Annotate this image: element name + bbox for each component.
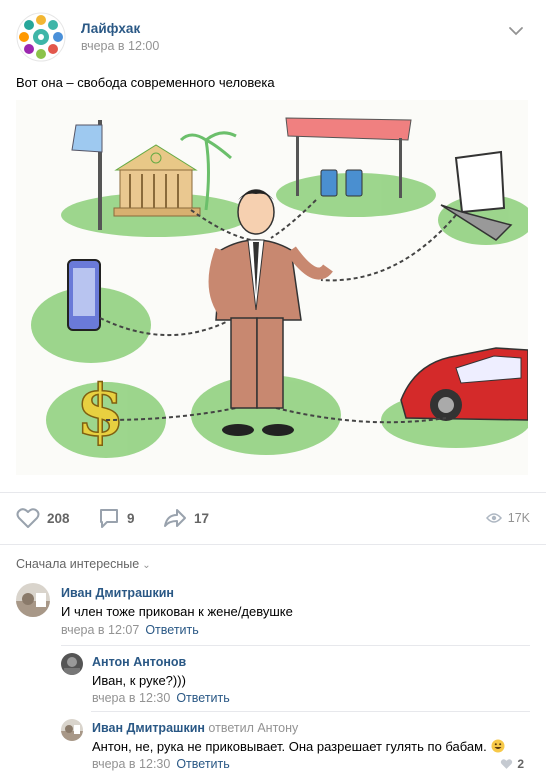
phone-drawing — [67, 259, 101, 331]
reply-button[interactable]: Ответить — [176, 757, 229, 771]
comment-text: Антон, не, рука не приковывает. Она разр… — [92, 739, 505, 754]
heart-icon — [501, 759, 513, 769]
comment-meta: вчера в 12:07 Ответить — [61, 623, 199, 637]
group-avatar[interactable] — [16, 12, 66, 62]
avatar[interactable] — [61, 719, 83, 741]
chevron-down-icon: ⌄ — [142, 560, 151, 571]
avatar[interactable] — [16, 583, 50, 617]
comment-date[interactable]: вчера в 12:30 — [92, 757, 170, 771]
divider — [0, 544, 546, 545]
post-image[interactable]: $ — [16, 100, 528, 475]
reply-button[interactable]: Ответить — [176, 691, 229, 705]
comment-author[interactable]: Иван Дмитрашкин ответил Антону — [92, 721, 298, 735]
comment-text-body: Антон, не, рука не приковывает. Она разр… — [92, 739, 487, 754]
divider — [91, 711, 530, 712]
divider — [61, 645, 530, 646]
comments-sort-dropdown[interactable]: Сначала интересные ⌄ — [16, 557, 151, 571]
group-name-link[interactable]: Лайфхак — [81, 21, 140, 36]
svg-text:$: $ — [76, 369, 125, 452]
eye-icon — [485, 513, 502, 523]
comment-author-name[interactable]: Иван Дмитрашкин — [92, 721, 205, 735]
post-text: Вот она – свобода современного человека — [16, 75, 275, 90]
comment-reply: Иван Дмитрашкин ответил Антону Антон, не… — [61, 719, 530, 777]
comment-like-button[interactable]: 2 — [500, 757, 524, 771]
like-button[interactable]: 208 — [16, 498, 70, 538]
chevron-down-icon[interactable] — [508, 24, 524, 36]
comment-reply: Антон Антонов Иван, к руке?))) вчера в 1… — [61, 653, 530, 713]
comment-icon — [100, 509, 118, 528]
like-count: 208 — [47, 510, 70, 526]
comment-date[interactable]: вчера в 12:30 — [92, 691, 170, 705]
comment-text: Иван, к руке?))) — [92, 673, 186, 688]
post-header: Лайфхак вчера в 12:00 — [16, 12, 530, 64]
reply-to-label[interactable]: ответил Антону — [208, 721, 298, 735]
views-counter: 17K — [485, 498, 530, 538]
heart-icon — [16, 508, 40, 528]
comment-text: И член тоже прикован к жене/девушке — [61, 604, 293, 619]
comment: Иван Дмитрашкин И член тоже прикован к ж… — [16, 583, 530, 643]
comment-meta: вчера в 12:30 Ответить — [92, 691, 230, 705]
comment-date[interactable]: вчера в 12:07 — [61, 623, 139, 637]
grinning-emoji-icon — [491, 739, 505, 753]
avatar[interactable] — [61, 653, 83, 675]
post-date[interactable]: вчера в 12:00 — [81, 39, 159, 53]
share-button[interactable]: 17 — [163, 498, 209, 538]
comment-count: 9 — [127, 510, 135, 526]
post-actions: 208 9 17 17K — [16, 498, 530, 538]
share-count: 17 — [194, 510, 210, 526]
reply-button[interactable]: Ответить — [145, 623, 198, 637]
comment-meta: вчера в 12:30 Ответить — [92, 757, 230, 771]
divider — [0, 492, 546, 493]
dollar-sign-drawing: $ — [75, 368, 125, 453]
comment-button[interactable]: 9 — [98, 498, 135, 538]
comment-like-count: 2 — [517, 757, 524, 771]
comments-sort-label: Сначала интересные — [16, 557, 140, 571]
share-icon — [164, 509, 186, 527]
views-count: 17K — [507, 511, 530, 525]
comment-author[interactable]: Антон Антонов — [92, 655, 186, 669]
comment-author[interactable]: Иван Дмитрашкин — [61, 586, 174, 600]
